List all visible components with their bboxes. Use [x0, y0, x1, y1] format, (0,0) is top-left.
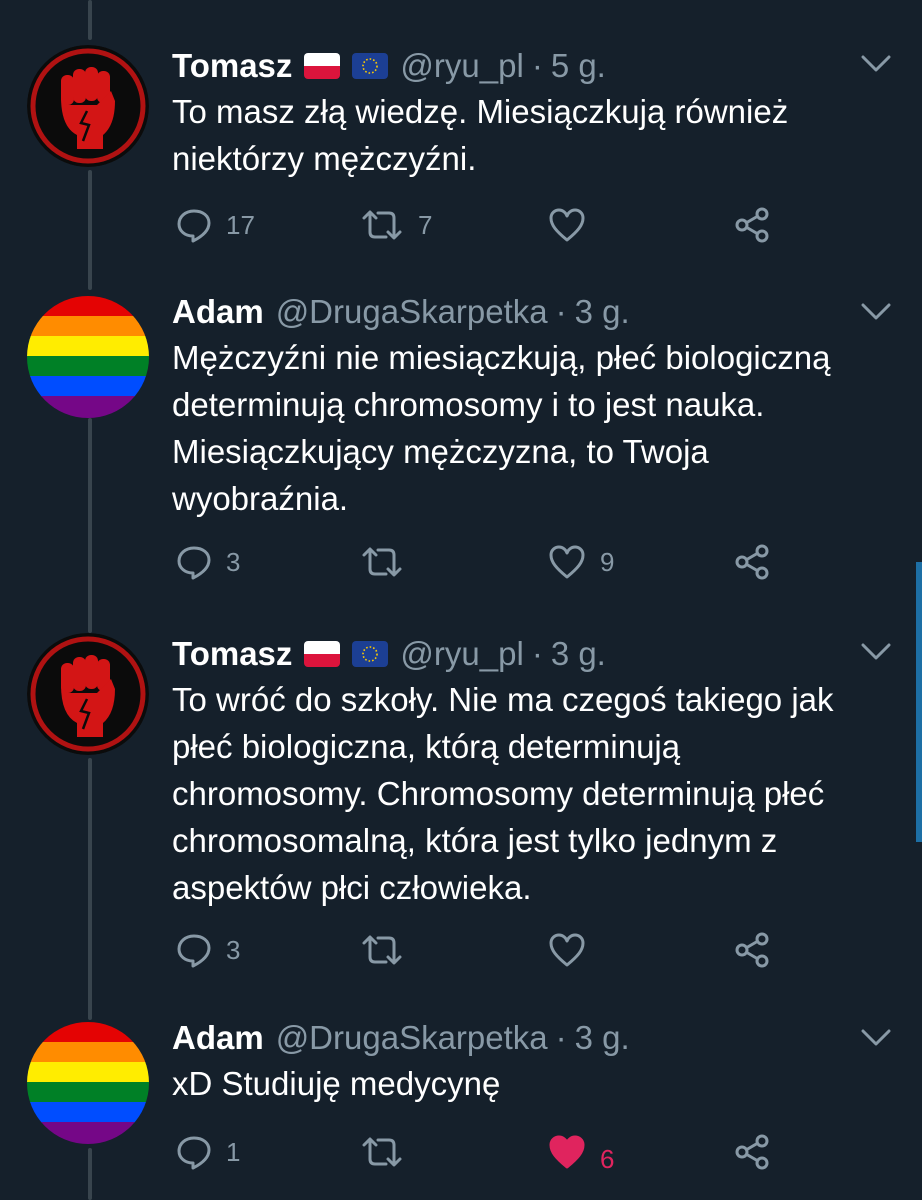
share-button[interactable] — [734, 1132, 770, 1172]
tweet-actions: 1 6 — [172, 1132, 792, 1174]
avatar[interactable] — [27, 296, 149, 418]
eu-flag-icon — [352, 53, 389, 79]
avatar[interactable] — [27, 45, 149, 167]
chevron-down-icon[interactable] — [860, 300, 892, 324]
timestamp[interactable]: 5 g. — [551, 47, 606, 85]
share-button[interactable] — [734, 205, 770, 245]
share-icon — [735, 1134, 769, 1170]
like-button[interactable] — [548, 205, 600, 245]
display-name[interactable]: Tomasz — [172, 635, 292, 673]
tweet-header: Tomasz @ryu_pl · 5 g. — [172, 44, 882, 88]
tweet-text: Mężczyźni nie miesiączkują, płeć biologi… — [172, 339, 831, 517]
heart-icon — [549, 933, 585, 967]
user-handle[interactable]: @ryu_pl — [400, 47, 523, 85]
tweet-actions: 3 — [172, 930, 792, 970]
retweet-count: 7 — [418, 209, 433, 240]
reply-icon — [177, 209, 211, 243]
reply-icon — [177, 934, 211, 968]
share-icon — [735, 932, 769, 968]
reply-count: 1 — [226, 1136, 241, 1167]
avatar[interactable] — [27, 1022, 149, 1144]
heart-filled-icon — [549, 1135, 585, 1169]
tweet-header: Adam @DrugaSkarpetka · 3 g. — [172, 1016, 882, 1060]
user-handle[interactable]: @DrugaSkarpetka — [276, 293, 548, 331]
share-icon — [735, 207, 769, 243]
tweet-text: To masz złą wiedzę. Miesiączkują również… — [172, 93, 789, 177]
reply-count: 17 — [226, 209, 255, 240]
retweet-button[interactable] — [360, 930, 418, 970]
thread-line — [88, 758, 92, 1020]
thread-line — [88, 1148, 92, 1200]
display-name[interactable]: Tomasz — [172, 47, 292, 85]
reply-button[interactable]: 3 — [176, 930, 240, 970]
like-count: 9 — [600, 546, 615, 577]
like-button[interactable]: 9 — [548, 542, 614, 582]
thread-line — [88, 0, 92, 40]
tweet-text: To wróć do szkoły. Nie ma czegoś takiego… — [172, 681, 834, 906]
display-name[interactable]: Adam — [172, 1019, 264, 1057]
timestamp[interactable]: 3 g. — [575, 1019, 630, 1057]
avatar[interactable] — [27, 633, 149, 755]
tweet-header: Adam @DrugaSkarpetka · 3 g. — [172, 290, 882, 334]
timestamp[interactable]: 3 g. — [575, 293, 630, 331]
retweet-icon — [362, 935, 402, 965]
like-count: 6 — [600, 1143, 615, 1174]
reply-icon — [177, 546, 211, 580]
raised-fist-icon — [27, 633, 149, 755]
share-button[interactable] — [734, 542, 770, 582]
tweet-actions: 17 7 — [172, 205, 792, 245]
separator-dot: · — [555, 293, 567, 330]
reply-icon — [177, 1136, 211, 1170]
retweet-button[interactable] — [360, 542, 418, 582]
reply-button[interactable]: 17 — [176, 205, 255, 245]
share-icon — [735, 544, 769, 580]
reply-button[interactable]: 3 — [176, 542, 240, 582]
reply-button[interactable]: 1 — [176, 1132, 240, 1172]
like-button[interactable]: 6 — [548, 1132, 615, 1174]
chevron-down-icon[interactable] — [860, 640, 892, 664]
reply-count: 3 — [226, 546, 241, 577]
retweet-icon — [362, 1137, 402, 1167]
tweet-text: xD Studiuję medycynę — [172, 1065, 501, 1102]
user-handle[interactable]: @DrugaSkarpetka — [276, 1019, 548, 1057]
conversation-thread: Tomasz @ryu_pl · 5 g. To masz złą wiedzę… — [0, 0, 922, 1200]
retweet-icon — [362, 547, 402, 577]
separator-dot: · — [531, 635, 543, 672]
display-name[interactable]: Adam — [172, 293, 264, 331]
retweet-button[interactable] — [360, 1132, 418, 1172]
retweet-button[interactable]: 7 — [360, 205, 432, 245]
rainbow-flag-icon — [27, 1022, 149, 1144]
poland-flag-icon — [304, 641, 341, 667]
user-handle[interactable]: @ryu_pl — [400, 635, 523, 673]
thread-line — [88, 418, 92, 633]
eu-flag-icon — [352, 641, 389, 667]
heart-icon — [549, 208, 585, 242]
tweet-header: Tomasz @ryu_pl · 3 g. — [172, 632, 882, 676]
separator-dot: · — [555, 1019, 567, 1056]
chevron-down-icon[interactable] — [860, 52, 892, 76]
share-button[interactable] — [734, 930, 770, 970]
thread-line — [88, 170, 92, 290]
chevron-down-icon[interactable] — [860, 1026, 892, 1050]
reply-count: 3 — [226, 934, 241, 965]
scrollbar[interactable] — [916, 562, 922, 842]
retweet-icon — [362, 210, 402, 240]
heart-icon — [549, 545, 585, 579]
poland-flag-icon — [304, 53, 341, 79]
separator-dot: · — [531, 47, 543, 84]
tweet-actions: 3 9 — [172, 542, 792, 582]
timestamp[interactable]: 3 g. — [551, 635, 606, 673]
rainbow-flag-icon — [27, 296, 149, 418]
raised-fist-icon — [27, 45, 149, 167]
like-button[interactable] — [548, 930, 600, 970]
